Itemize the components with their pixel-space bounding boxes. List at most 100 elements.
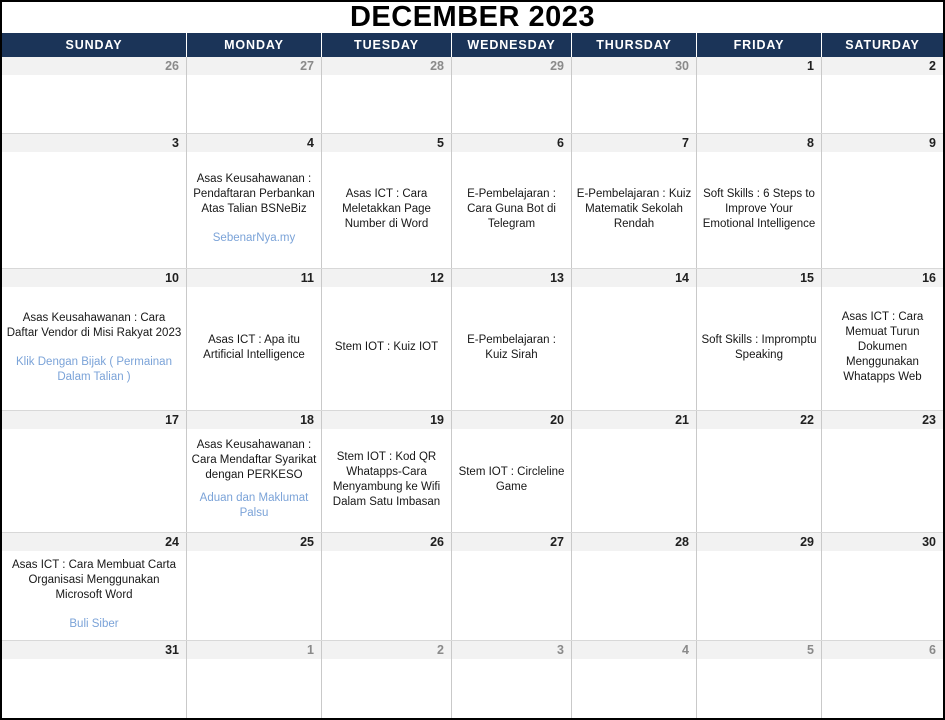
day-cell-body xyxy=(322,659,451,718)
event-link[interactable]: Buli Siber xyxy=(6,617,182,632)
date-strip: 21 xyxy=(572,411,696,429)
day-cell[interactable]: 3 xyxy=(2,134,187,268)
day-cell[interactable]: 15 Soft Skills : Impromptu Speaking xyxy=(697,269,822,410)
date-strip: 6 xyxy=(822,641,943,659)
event-title: Asas Keusahawanan : Pendaftaran Perbanka… xyxy=(193,173,315,215)
weekday-header-monday: MONDAY xyxy=(187,33,322,57)
day-cell-body xyxy=(187,659,321,718)
day-cell-body: Asas Keusahawanan : Cara Mendaftar Syari… xyxy=(187,429,321,532)
event-title: Soft Skills : Impromptu Speaking xyxy=(701,333,817,361)
day-cell-body: Asas ICT : Cara Meletakkan Page Number d… xyxy=(322,152,451,268)
date-strip: 11 xyxy=(187,269,321,287)
day-cell[interactable]: 6 xyxy=(822,641,943,718)
event-link[interactable]: Klik Dengan Bijak ( Permainan Dalam Tali… xyxy=(6,355,182,385)
day-cell[interactable]: 3 xyxy=(452,641,572,718)
day-cell[interactable]: 27 xyxy=(187,57,322,133)
day-cell[interactable]: 29 xyxy=(697,533,822,640)
date-number: 29 xyxy=(800,535,814,549)
day-cell[interactable]: 13 E-Pembelajaran : Kuiz Sirah xyxy=(452,269,572,410)
day-cell-body xyxy=(2,659,186,718)
date-strip: 2 xyxy=(822,57,943,75)
date-strip: 27 xyxy=(452,533,571,551)
day-cell[interactable]: 29 xyxy=(452,57,572,133)
day-cell-body xyxy=(187,75,321,133)
date-number: 2 xyxy=(929,59,936,73)
date-strip: 6 xyxy=(452,134,571,152)
weekday-header-sunday: SUNDAY xyxy=(2,33,187,57)
day-cell-body: Asas Keusahawanan : Cara Daftar Vendor d… xyxy=(2,287,186,410)
day-cell[interactable]: 9 xyxy=(822,134,943,268)
date-number: 23 xyxy=(922,413,936,427)
day-cell[interactable]: 23 xyxy=(822,411,943,532)
date-strip: 18 xyxy=(187,411,321,429)
day-cell[interactable]: 18 Asas Keusahawanan : Cara Mendaftar Sy… xyxy=(187,411,322,532)
day-cell[interactable]: 26 xyxy=(2,57,187,133)
day-cell[interactable]: 4 xyxy=(572,641,697,718)
day-cell[interactable]: 24 Asas ICT : Cara Membuat Carta Organis… xyxy=(2,533,187,640)
day-cell[interactable]: 21 xyxy=(572,411,697,532)
day-cell[interactable]: 1 xyxy=(697,57,822,133)
calendar-title-bar: DECEMBER 2023 xyxy=(2,2,943,33)
date-number: 6 xyxy=(557,136,564,150)
calendar-container: DECEMBER 2023 SUNDAY MONDAY TUESDAY WEDN… xyxy=(0,0,945,720)
day-cell[interactable]: 12 Stem IOT : Kuiz IOT xyxy=(322,269,452,410)
event-title: Asas ICT : Cara Meletakkan Page Number d… xyxy=(342,187,431,230)
date-number: 11 xyxy=(300,271,314,285)
event-title: E-Pembelajaran : Kuiz Sirah xyxy=(467,333,556,361)
day-cell[interactable]: 10 Asas Keusahawanan : Cara Daftar Vendo… xyxy=(2,269,187,410)
day-cell[interactable]: 7 E-Pembelajaran : Kuiz Matematik Sekola… xyxy=(572,134,697,268)
date-strip: 2 xyxy=(322,641,451,659)
date-strip: 8 xyxy=(697,134,821,152)
date-strip: 5 xyxy=(322,134,451,152)
date-strip: 3 xyxy=(452,641,571,659)
day-cell[interactable]: 8 Soft Skills : 6 Steps to Improve Your … xyxy=(697,134,822,268)
date-strip: 19 xyxy=(322,411,451,429)
day-cell-body xyxy=(2,75,186,133)
date-number: 13 xyxy=(550,271,564,285)
date-strip: 26 xyxy=(322,533,451,551)
day-cell[interactable]: 31 xyxy=(2,641,187,718)
day-cell[interactable]: 28 xyxy=(572,533,697,640)
date-strip: 13 xyxy=(452,269,571,287)
day-cell[interactable]: 17 xyxy=(2,411,187,532)
day-cell[interactable]: 2 xyxy=(322,641,452,718)
date-strip: 26 xyxy=(2,57,186,75)
day-cell[interactable]: 20 Stem IOT : Circleline Game xyxy=(452,411,572,532)
calendar-week-row: 26 27 28 29 30 1 2 xyxy=(2,57,943,133)
day-cell[interactable]: 25 xyxy=(187,533,322,640)
day-cell-body xyxy=(822,429,943,532)
day-cell-body: Stem IOT : Kuiz IOT xyxy=(322,287,451,410)
day-cell[interactable]: 22 xyxy=(697,411,822,532)
day-cell[interactable]: 30 xyxy=(572,57,697,133)
day-cell[interactable]: 19 Stem IOT : Kod QR Whatapps-Cara Menya… xyxy=(322,411,452,532)
day-cell[interactable]: 4 Asas Keusahawanan : Pendaftaran Perban… xyxy=(187,134,322,268)
day-cell[interactable]: 30 xyxy=(822,533,943,640)
event-link[interactable]: SebenarNya.my xyxy=(191,231,317,246)
date-strip: 9 xyxy=(822,134,943,152)
day-cell[interactable]: 27 xyxy=(452,533,572,640)
day-cell[interactable]: 11 Asas ICT : Apa itu Artificial Intelli… xyxy=(187,269,322,410)
date-number: 21 xyxy=(675,413,689,427)
event-title: Asas Keusahawanan : Cara Mendaftar Syari… xyxy=(191,439,317,481)
date-number: 20 xyxy=(550,413,564,427)
weekday-header-wednesday: WEDNESDAY xyxy=(452,33,572,57)
day-cell-body: Soft Skills : 6 Steps to Improve Your Em… xyxy=(697,152,821,268)
day-cell-body xyxy=(697,551,821,640)
day-cell[interactable]: 14 xyxy=(572,269,697,410)
day-cell[interactable]: 2 xyxy=(822,57,943,133)
day-cell[interactable]: 1 xyxy=(187,641,322,718)
event-link[interactable]: Aduan dan Maklumat Palsu xyxy=(191,491,317,521)
date-number: 5 xyxy=(807,643,814,657)
day-cell[interactable]: 5 xyxy=(697,641,822,718)
date-number: 3 xyxy=(172,136,179,150)
day-cell[interactable]: 6 E-Pembelajaran : Cara Guna Bot di Tele… xyxy=(452,134,572,268)
day-cell[interactable]: 26 xyxy=(322,533,452,640)
day-cell[interactable]: 5 Asas ICT : Cara Meletakkan Page Number… xyxy=(322,134,452,268)
day-cell[interactable]: 28 xyxy=(322,57,452,133)
day-cell-body: Stem IOT : Circleline Game xyxy=(452,429,571,532)
calendar-weeks: 26 27 28 29 30 1 2 3 4 Asas Keusahawanan… xyxy=(2,57,943,718)
day-cell[interactable]: 16 Asas ICT : Cara Memuat Turun Dokumen … xyxy=(822,269,943,410)
date-number: 1 xyxy=(307,643,314,657)
day-cell-body xyxy=(822,659,943,718)
date-strip: 29 xyxy=(452,57,571,75)
